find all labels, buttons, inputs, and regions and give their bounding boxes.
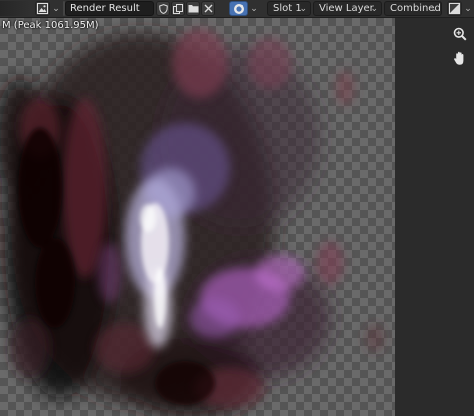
hand-icon: [454, 51, 464, 65]
open-image-button[interactable]: [186, 1, 200, 16]
duplicate-image-button[interactable]: [171, 1, 185, 16]
render-result-image: [0, 28, 385, 416]
fake-user-button[interactable]: [156, 1, 170, 16]
chevron-down-icon: ⌄: [430, 4, 438, 14]
chevron-down-icon: ⌄: [370, 4, 378, 14]
zoom-gizmo-button[interactable]: [450, 24, 470, 44]
display-channels-icon: [449, 3, 460, 14]
chevron-down-icon: ⌄: [299, 4, 307, 14]
render-slot-icon: [233, 3, 244, 14]
pan-gizmo-button[interactable]: [450, 48, 470, 68]
chevron-down-icon: ⌄: [250, 3, 258, 14]
view-layer-dropdown[interactable]: View Layer ⌄: [313, 1, 382, 16]
chevron-down-icon: ⌄: [464, 3, 472, 14]
unlink-image-button[interactable]: [201, 1, 215, 16]
zoom-icon: [453, 27, 467, 41]
view-layer-label: View Layer: [319, 3, 374, 14]
editor-type-button[interactable]: [35, 1, 50, 16]
image-editor-icon: [37, 3, 48, 14]
render-metadata-text: M (Peak 1061.95M): [2, 20, 99, 31]
duplicate-icon: [173, 3, 183, 14]
render-pass-dropdown[interactable]: Combined ⌄: [384, 1, 442, 16]
image-editor-header: ⌄ Render Result ⌄ Slot 1 ⌄ View Layer ⌄ …: [0, 0, 474, 18]
chevron-down-icon: ⌄: [52, 3, 60, 14]
display-channels-button[interactable]: [447, 1, 462, 16]
shield-icon: [158, 3, 168, 14]
folder-icon: [188, 5, 198, 13]
display-channels-chevron[interactable]: ⌄: [463, 1, 473, 16]
image-viewport[interactable]: M (Peak 1061.95M): [0, 18, 474, 416]
editor-type-chevron[interactable]: ⌄: [51, 1, 61, 16]
render-slot-chevron[interactable]: ⌄: [249, 1, 259, 16]
header-left-fade: [0, 1, 30, 16]
image-name-field[interactable]: Render Result: [65, 1, 154, 16]
image-name-text: Render Result: [70, 3, 140, 14]
close-icon: [204, 4, 212, 13]
slot-label: Slot 1: [273, 3, 302, 14]
render-slot-preview-button[interactable]: [229, 1, 248, 16]
slot-dropdown[interactable]: Slot 1 ⌄: [267, 1, 311, 16]
